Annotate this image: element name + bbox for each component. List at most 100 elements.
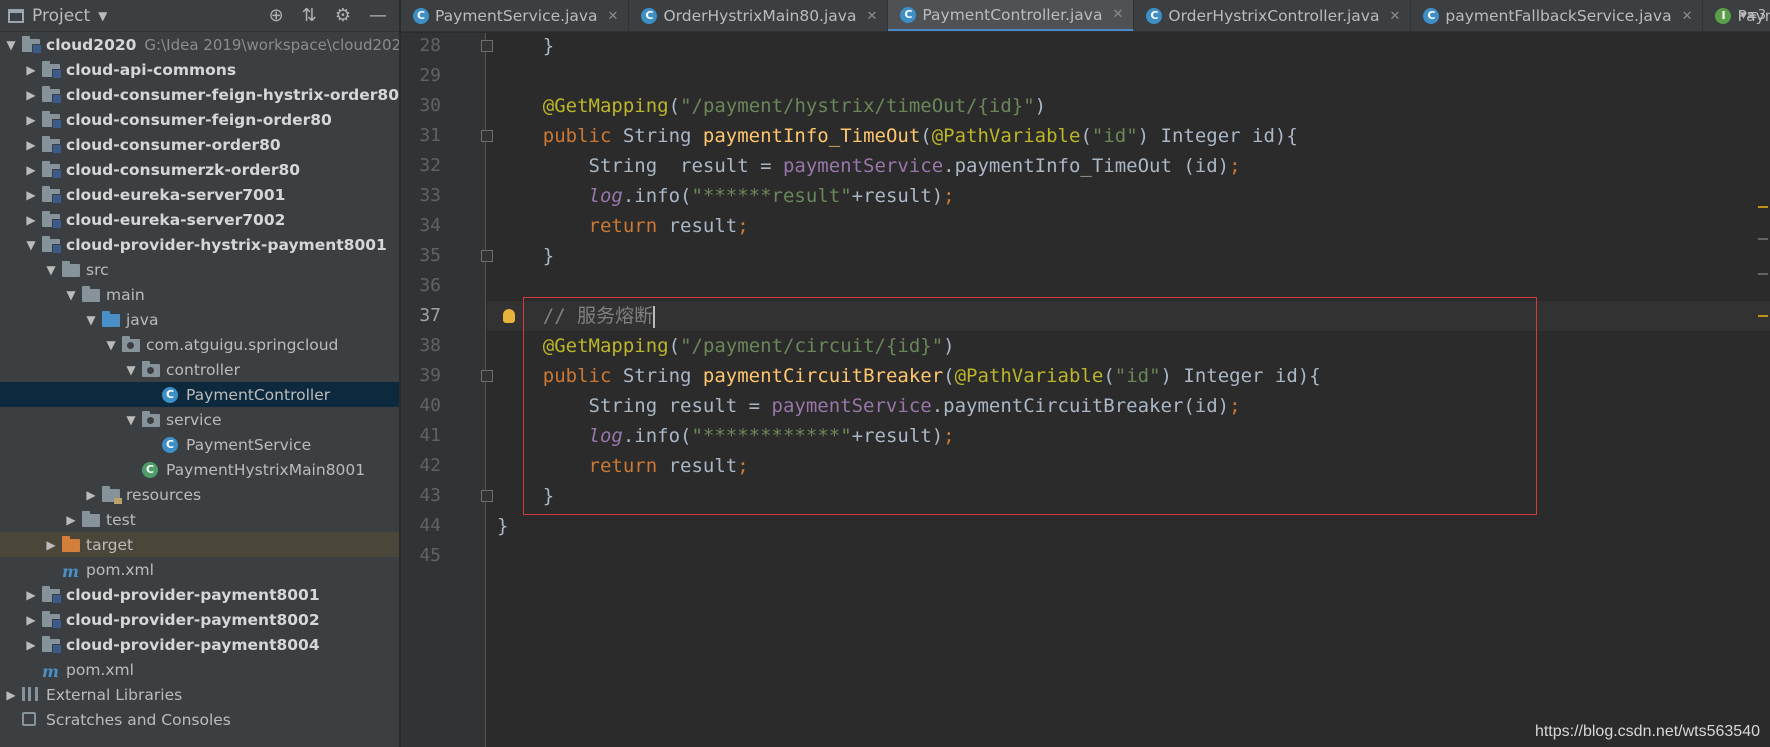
code-line[interactable]: String result = paymentService.paymentCi… — [497, 391, 1241, 421]
expanded-arrow-icon[interactable]: ▼ — [120, 413, 142, 427]
interface-icon: I — [1715, 8, 1732, 24]
project-header[interactable]: Project ▼ ⊕ ⇅ ⚙ — — [0, 0, 399, 32]
code-line[interactable]: return result; — [497, 211, 749, 241]
tree-item[interactable]: ▼ service — [0, 407, 399, 432]
collapsed-arrow-icon[interactable]: ▶ — [20, 588, 42, 602]
collapsed-arrow-icon[interactable]: ▶ — [20, 213, 42, 227]
expanded-arrow-icon[interactable]: ▼ — [40, 263, 62, 277]
code-line[interactable]: public String paymentCircuitBreaker(@Pat… — [497, 361, 1321, 391]
close-icon[interactable]: ✕ — [1682, 9, 1693, 24]
collapsed-arrow-icon[interactable]: ▶ — [20, 113, 42, 127]
tree-item[interactable]: C PaymentService — [0, 432, 399, 457]
project-title[interactable]: Project — [32, 6, 90, 26]
expanded-arrow-icon[interactable]: ▼ — [0, 38, 22, 52]
tree-item-label: cloud-consumer-feign-hystrix-order80 — [66, 85, 399, 104]
collapsed-arrow-icon[interactable]: ▶ — [20, 88, 42, 102]
editor-scrollbar[interactable] — [1758, 33, 1770, 747]
code-line[interactable]: } — [497, 511, 508, 541]
editor-tab[interactable]: C OrderHystrixMain80.java ✕ — [629, 0, 889, 31]
collapsed-arrow-icon[interactable]: ▶ — [20, 138, 42, 152]
collapsed-arrow-icon[interactable]: ▶ — [0, 688, 22, 702]
gear-icon[interactable]: ⚙ — [335, 5, 351, 26]
collapsed-arrow-icon[interactable]: ▶ — [20, 63, 42, 77]
tree-item[interactable]: ▶ cloud-consumer-order80 — [0, 132, 399, 157]
fold-marker-icon[interactable] — [481, 130, 493, 142]
tree-item-label: controller — [166, 360, 240, 379]
tree-item[interactable]: ▶ External Libraries — [0, 682, 399, 707]
collapsed-arrow-icon[interactable]: ▶ — [20, 638, 42, 652]
code-line[interactable]: log.info("******result"+result); — [497, 181, 955, 211]
tree-item[interactable]: ▶ cloud-provider-payment8001 — [0, 582, 399, 607]
editor-tab[interactable]: C OrderHystrixController.java ✕ — [1134, 0, 1412, 31]
close-icon[interactable]: ✕ — [1389, 9, 1400, 24]
tree-item[interactable]: C PaymentController — [0, 382, 399, 407]
minimize-icon[interactable]: — — [369, 5, 387, 26]
locate-icon[interactable]: ⊕ — [269, 5, 284, 26]
fold-marker-icon[interactable] — [481, 490, 493, 502]
tree-item[interactable]: ▼ cloud-provider-hystrix-payment8001 — [0, 232, 399, 257]
fold-marker-icon[interactable] — [481, 370, 493, 382]
tree-item[interactable]: ▶ cloud-provider-payment8002 — [0, 607, 399, 632]
close-icon[interactable]: ✕ — [866, 9, 877, 24]
excluded-folder-icon — [62, 535, 82, 553]
collapsed-arrow-icon[interactable]: ▶ — [20, 613, 42, 627]
tab-overflow-menu[interactable]: ▾≡3 — [1740, 8, 1766, 23]
chevron-down-icon[interactable]: ▼ — [98, 9, 107, 23]
code-line[interactable]: String result = paymentService.paymentIn… — [497, 151, 1241, 181]
code-line[interactable]: } — [497, 31, 554, 61]
tree-item[interactable]: ▼ controller — [0, 357, 399, 382]
close-icon[interactable]: ✕ — [608, 9, 619, 24]
collapsed-arrow-icon[interactable]: ▶ — [60, 513, 82, 527]
code-line[interactable]: } — [497, 481, 554, 511]
code-line[interactable]: } — [497, 241, 554, 271]
close-icon[interactable]: ✕ — [1112, 7, 1123, 22]
tree-item[interactable]: Scratches and Consoles — [0, 707, 399, 732]
fold-marker-icon[interactable] — [481, 250, 493, 262]
tree-item[interactable]: ▶ cloud-consumer-feign-order80 — [0, 107, 399, 132]
tree-item-label: cloud-eureka-server7002 — [66, 210, 286, 229]
expanded-arrow-icon[interactable]: ▼ — [60, 288, 82, 302]
editor-tab[interactable]: C PaymentService.java ✕ — [401, 0, 630, 31]
expanded-arrow-icon[interactable]: ▼ — [100, 338, 122, 352]
tree-item[interactable]: ▼ java — [0, 307, 399, 332]
tree-item[interactable]: m pom.xml — [0, 557, 399, 582]
tree-item-label: src — [86, 260, 109, 279]
tree-item[interactable]: ▶ cloud-provider-payment8004 — [0, 632, 399, 657]
tree-item-label: cloud-provider-payment8002 — [66, 610, 320, 629]
collapsed-arrow-icon[interactable]: ▶ — [40, 538, 62, 552]
tree-item[interactable]: ▼ src — [0, 257, 399, 282]
tree-item[interactable]: ▶ resources — [0, 482, 399, 507]
tree-item[interactable]: ▶ cloud-eureka-server7001 — [0, 182, 399, 207]
code-line[interactable]: // 服务熔断 — [497, 301, 656, 331]
tree-item[interactable]: ▶ target — [0, 532, 399, 557]
fold-marker-icon[interactable] — [481, 40, 493, 52]
code-line[interactable]: return result; — [497, 451, 749, 481]
expanded-arrow-icon[interactable]: ▼ — [120, 363, 142, 377]
tree-item-label: cloud-provider-payment8004 — [66, 635, 320, 654]
tree-item[interactable]: ▶ cloud-eureka-server7002 — [0, 207, 399, 232]
tree-item[interactable]: ▶ test — [0, 507, 399, 532]
tree-item[interactable]: ▶ cloud-consumerzk-order80 — [0, 157, 399, 182]
tree-item[interactable]: ▶ cloud-consumer-feign-hystrix-order80 — [0, 82, 399, 107]
code-line[interactable]: log.info("************"+result); — [497, 421, 955, 451]
tree-item[interactable]: ▶ cloud-api-commons — [0, 57, 399, 82]
collapsed-arrow-icon[interactable]: ▶ — [80, 488, 102, 502]
code-line[interactable]: @GetMapping("/payment/circuit/{id}") — [497, 331, 955, 361]
collapse-all-icon[interactable]: ⇅ — [302, 5, 317, 26]
tree-item-label: java — [126, 310, 159, 329]
editor-tab[interactable]: C PaymentController.java ✕ — [888, 0, 1135, 31]
tree-item[interactable]: ▼ com.atguigu.springcloud — [0, 332, 399, 357]
expanded-arrow-icon[interactable]: ▼ — [20, 238, 42, 252]
tree-item[interactable]: ▼ cloud2020 G:\Idea 2019\workspace\cloud20… — [0, 32, 399, 57]
code-line[interactable]: public String paymentInfo_TimeOut(@PathV… — [497, 121, 1298, 151]
tree-item[interactable]: m pom.xml — [0, 657, 399, 682]
collapsed-arrow-icon[interactable]: ▶ — [20, 163, 42, 177]
tree-item[interactable]: C PaymentHystrixMain8001 — [0, 457, 399, 482]
expanded-arrow-icon[interactable]: ▼ — [80, 313, 102, 327]
module-folder-icon — [42, 610, 62, 629]
tree-item[interactable]: ▼ main — [0, 282, 399, 307]
code-editor[interactable]: 28 29 30 31 32 33 34 35 36 37 38 39 40 41 42 43 44 45 } @… — [401, 33, 1770, 747]
collapsed-arrow-icon[interactable]: ▶ — [20, 188, 42, 202]
code-line[interactable]: @GetMapping("/payment/hystrix/timeOut/{i… — [497, 91, 1046, 121]
editor-tab[interactable]: CpaymentFallbackService.java ✕ — [1411, 0, 1704, 31]
